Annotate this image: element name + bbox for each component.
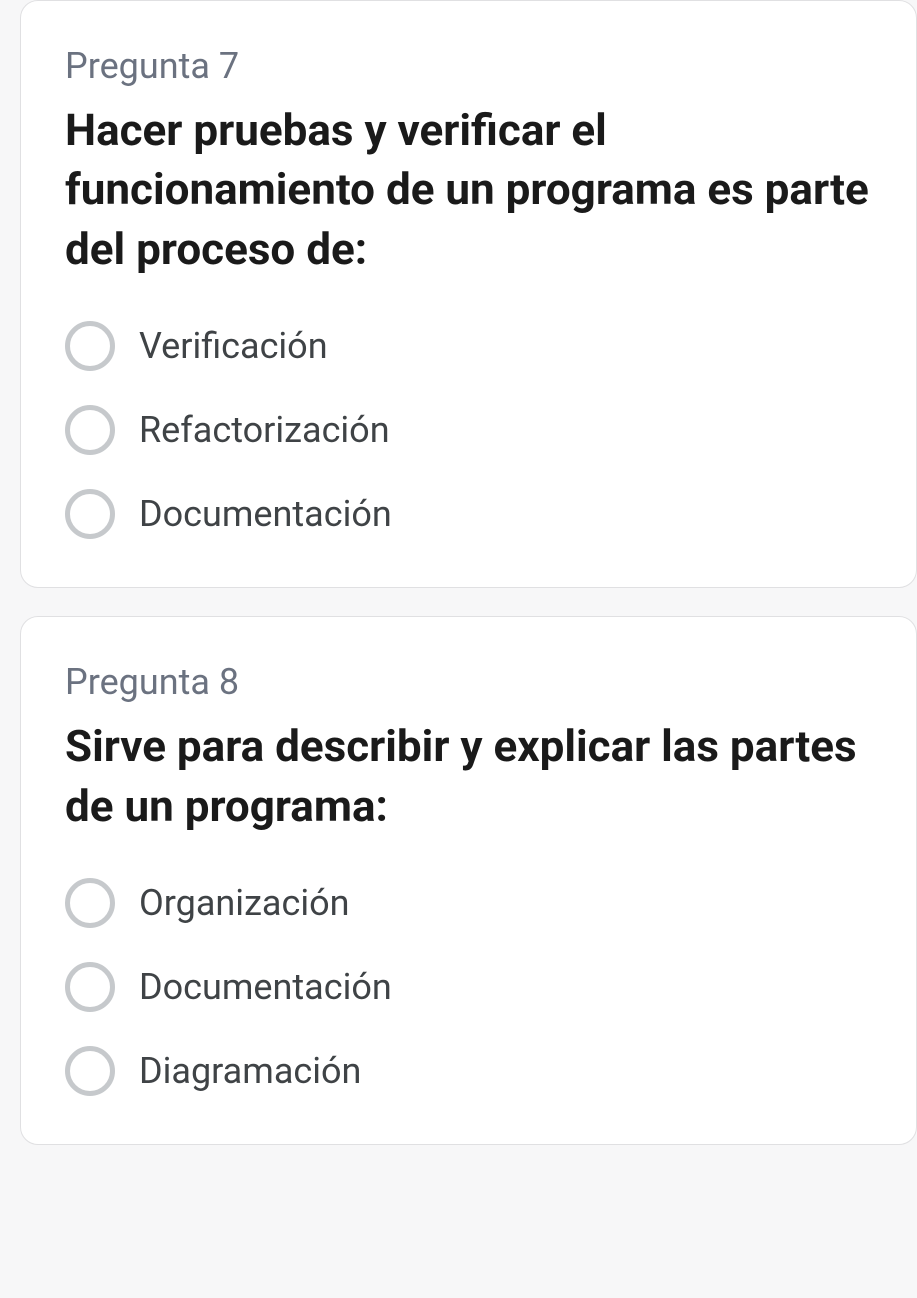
radio-icon[interactable] (65, 962, 115, 1012)
question-number: Pregunta 7 (65, 45, 872, 87)
option-row[interactable]: Documentación (65, 962, 872, 1012)
radio-icon[interactable] (65, 1046, 115, 1096)
radio-icon[interactable] (65, 405, 115, 455)
question-number: Pregunta 8 (65, 661, 872, 703)
option-label: Organización (139, 882, 350, 924)
option-label: Diagramación (139, 1050, 361, 1092)
radio-icon[interactable] (65, 489, 115, 539)
question-text: Hacer pruebas y verificar el funcionamie… (65, 101, 872, 279)
option-label: Documentación (139, 966, 392, 1008)
option-label: Documentación (139, 493, 392, 535)
option-row[interactable]: Documentación (65, 489, 872, 539)
option-row[interactable]: Refactorización (65, 405, 872, 455)
option-row[interactable]: Organización (65, 878, 872, 928)
option-label: Verificación (139, 325, 328, 367)
option-row[interactable]: Diagramación (65, 1046, 872, 1096)
question-text: Sirve para describir y explicar las part… (65, 717, 872, 836)
option-label: Refactorización (139, 409, 390, 451)
question-card-8: Pregunta 8 Sirve para describir y explic… (20, 616, 917, 1145)
radio-icon[interactable] (65, 321, 115, 371)
radio-icon[interactable] (65, 878, 115, 928)
option-row[interactable]: Verificación (65, 321, 872, 371)
question-card-7: Pregunta 7 Hacer pruebas y verificar el … (20, 0, 917, 588)
